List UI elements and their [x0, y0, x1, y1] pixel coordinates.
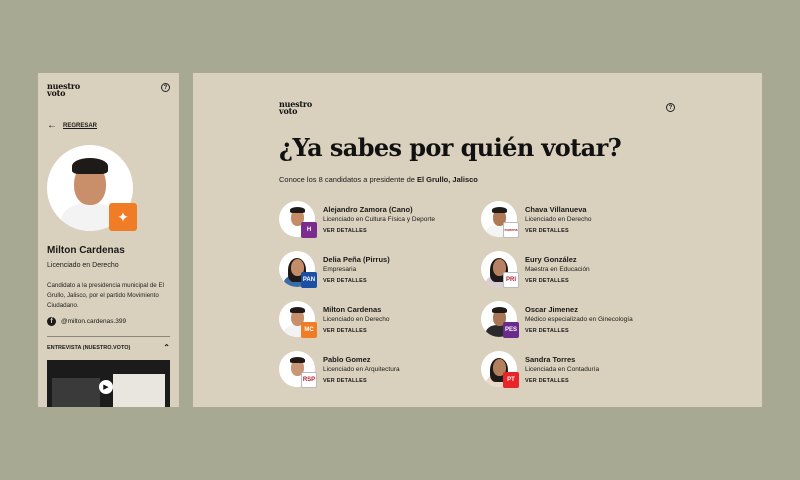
- candidate-profession: Médico especializado en Ginecología: [525, 316, 633, 323]
- logo-line-2: voto: [279, 106, 298, 116]
- candidate-card[interactable]: morena Chava Villanueva Licenciado en De…: [481, 201, 679, 251]
- candidate-card[interactable]: PT Sandra Torres Licenciada en Contadurí…: [481, 351, 679, 401]
- candidate-card[interactable]: PAN Delia Peña (Pirrus) Empresaria VER D…: [279, 251, 481, 301]
- chevron-up-icon: ⌃: [163, 343, 170, 352]
- view-details-link[interactable]: VER DETALLES: [525, 278, 590, 284]
- candidate-avatar: PRI: [481, 251, 519, 288]
- back-link[interactable]: ← REGRESAR: [47, 121, 170, 131]
- candidate-profession: Empresaria: [323, 266, 357, 273]
- video-participant-2: [113, 374, 165, 407]
- candidate-photo: ✦: [47, 145, 137, 231]
- logo[interactable]: nuestro voto: [279, 100, 312, 116]
- help-icon[interactable]: ?: [666, 103, 675, 112]
- candidate-avatar: MC: [279, 301, 317, 338]
- candidate-card[interactable]: MC Milton Cardenas Licenciado en Derecho…: [279, 301, 481, 351]
- help-icon[interactable]: ?: [161, 83, 170, 92]
- mobile-candidate-panel: nuestro voto ? ← REGRESAR ✦ Milton Carde…: [38, 73, 179, 407]
- candidate-name: Chava Villanueva: [525, 205, 587, 214]
- candidate-profession: Licenciada en Contaduría: [525, 366, 600, 373]
- page-subtitle: Conoce los 8 candidatos a presidente de …: [279, 175, 478, 184]
- candidate-name: Eury González: [525, 255, 577, 264]
- candidate-name: Alejandro Zamora (Cano): [323, 205, 413, 214]
- candidate-name: Oscar Jimenez: [525, 305, 578, 314]
- subtitle-place: El Grullo, Jalisco: [417, 175, 478, 184]
- facebook-link[interactable]: f @milton.cardenas.399: [47, 317, 170, 326]
- candidate-avatar: morena: [481, 201, 519, 238]
- party-logo-icon: PES: [503, 322, 519, 338]
- view-details-link[interactable]: VER DETALLES: [525, 378, 599, 384]
- party-logo-icon: H: [301, 222, 317, 238]
- candidate-card[interactable]: PES Oscar Jimenez Médico especializado e…: [481, 301, 679, 351]
- video-participant-1: [52, 378, 100, 407]
- candidate-avatar: PES: [481, 301, 519, 338]
- candidate-card[interactable]: RSP Pablo Gomez Licenciado en Arquitectu…: [279, 351, 481, 401]
- mobile-header: nuestro voto ?: [47, 82, 170, 98]
- arrow-left-icon: ←: [47, 120, 57, 131]
- candidate-avatar: PAN: [279, 251, 317, 288]
- view-details-link[interactable]: VER DETALLES: [525, 228, 592, 234]
- interview-label: ENTREVISTA (NUESTRO.VOTO): [47, 344, 131, 351]
- facebook-handle: @milton.cardenas.399: [61, 318, 127, 325]
- candidate-profession: Maestra en Educación: [525, 266, 590, 273]
- candidate-name: Pablo Gomez: [323, 355, 371, 364]
- interview-toggle[interactable]: ENTREVISTA (NUESTRO.VOTO) ⌃: [47, 336, 170, 352]
- candidate-profession: Licenciado en Derecho: [323, 316, 390, 323]
- back-label: REGRESAR: [63, 123, 98, 129]
- party-logo-icon: MC: [301, 322, 317, 338]
- subtitle-text: Conoce los 8 candidatos a presidente de: [279, 175, 418, 184]
- candidate-profession: Licenciado en Derecho: [47, 262, 119, 269]
- play-icon[interactable]: ▶: [99, 380, 113, 394]
- party-logo-icon: morena: [503, 222, 519, 238]
- facebook-icon: f: [47, 317, 56, 326]
- candidate-grid: H Alejandro Zamora (Cano) Licenciado en …: [279, 201, 679, 401]
- party-logo-icon: PAN: [301, 272, 317, 288]
- party-logo-icon: ✦: [109, 203, 137, 231]
- candidate-profession: Licenciado en Derecho: [525, 216, 592, 223]
- candidate-avatar: H: [279, 201, 317, 238]
- view-details-link[interactable]: VER DETALLES: [323, 328, 390, 334]
- interview-video[interactable]: ▶: [47, 360, 170, 407]
- candidate-name: Delia Peña (Pirrus): [323, 255, 390, 264]
- candidate-avatar: PT: [481, 351, 519, 388]
- candidate-avatar: RSP: [279, 351, 317, 388]
- candidate-card[interactable]: H Alejandro Zamora (Cano) Licenciado en …: [279, 201, 481, 251]
- party-logo-icon: PRI: [503, 272, 519, 288]
- candidate-card[interactable]: PRI Eury González Maestra en Educación V…: [481, 251, 679, 301]
- candidate-name: Milton Cardenas: [323, 305, 382, 314]
- page-title: ¿Ya sabes por quién votar?: [279, 133, 622, 162]
- logo[interactable]: nuestro voto: [47, 82, 80, 98]
- candidate-profession: Licenciado en Arquitectura: [323, 366, 400, 373]
- view-details-link[interactable]: VER DETALLES: [323, 378, 400, 384]
- candidate-profession: Licenciado en Cultura Física y Deporte: [323, 216, 436, 223]
- view-details-link[interactable]: VER DETALLES: [323, 278, 390, 284]
- view-details-link[interactable]: VER DETALLES: [323, 228, 435, 234]
- party-logo-icon: PT: [503, 372, 519, 388]
- candidate-name: Milton Cardenas: [47, 245, 125, 256]
- desktop-candidates-panel: nuestro voto ? ¿Ya sabes por quién votar…: [193, 73, 762, 407]
- candidate-description: Candidato a la presidencia municipal de …: [47, 282, 164, 309]
- view-details-link[interactable]: VER DETALLES: [525, 328, 633, 334]
- logo-line-2: voto: [47, 88, 66, 98]
- candidate-name: Sandra Torres: [525, 355, 576, 364]
- party-logo-icon: RSP: [301, 372, 317, 388]
